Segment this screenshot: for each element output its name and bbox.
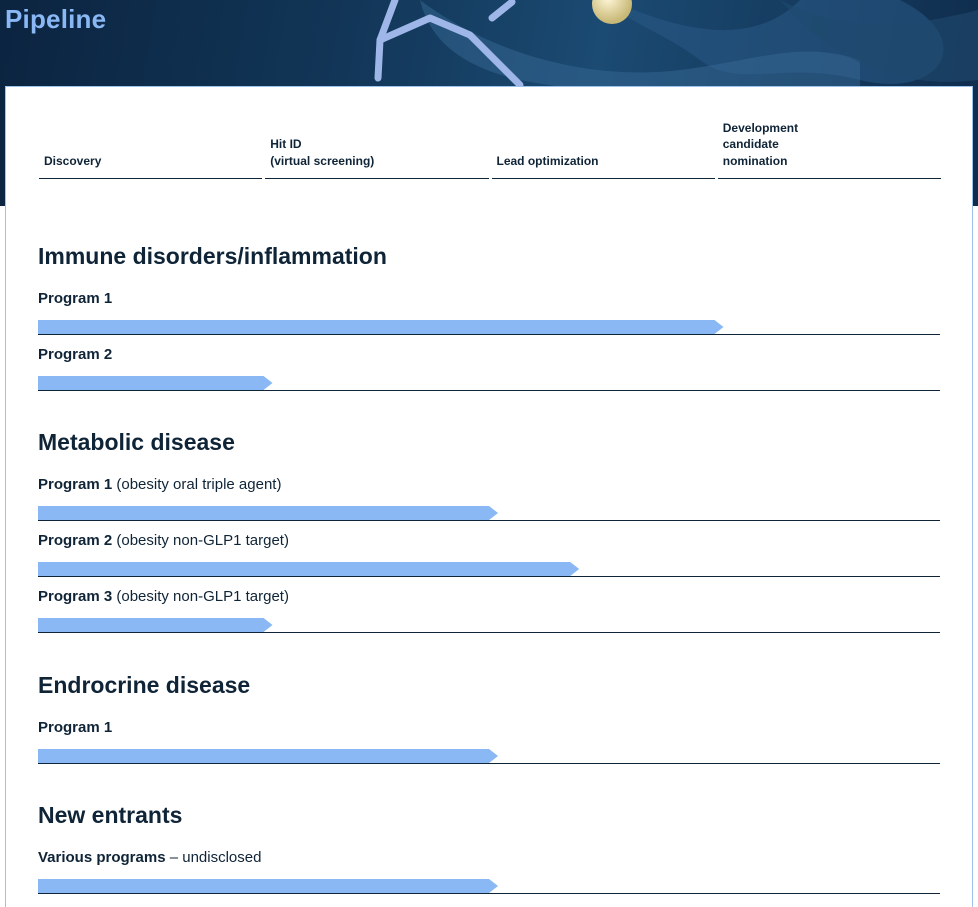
progress-bar	[38, 749, 498, 763]
progress-bar	[38, 562, 579, 576]
program-row: Program 3 (obesity non-GLP1 target)	[38, 588, 940, 636]
program-row: Program 1	[38, 290, 940, 338]
section-title-immune: Immune disorders/inflammation	[38, 243, 387, 269]
stage-label: Lead optimization	[496, 153, 599, 168]
program-label: Program 1	[38, 719, 112, 736]
progress-track	[38, 380, 940, 391]
stage-label: Discovery	[44, 153, 102, 168]
stage-label: Development candidate nomination	[722, 120, 799, 168]
stage-label: Hit ID (virtual screening)	[270, 137, 375, 168]
program-detail: (obesity non-GLP1 target)	[112, 532, 289, 549]
progress-bar	[38, 618, 273, 632]
stage-discovery: Discovery	[39, 87, 263, 179]
program-label: Program 2	[38, 346, 112, 363]
program-detail: (obesity non-GLP1 target)	[112, 588, 289, 605]
progress-track	[38, 622, 940, 633]
program-label: Program 3 (obesity non-GLP1 target)	[38, 588, 289, 605]
page-title: Pipeline	[5, 4, 107, 34]
progress-bar	[38, 506, 498, 520]
section-title-metabolic: Metabolic disease	[38, 429, 235, 455]
program-label: Program 1	[38, 290, 112, 307]
stage-header-row: Discovery Hit ID (virtual screening) Lea…	[39, 87, 941, 179]
program-name: Program 2	[38, 346, 113, 363]
program-row: Program 1 (obesity oral triple agent)	[38, 476, 940, 524]
stage-development-candidate: Development candidate nomination	[717, 87, 941, 179]
program-detail: – undisclosed	[165, 849, 262, 866]
program-row: Program 1	[38, 719, 940, 767]
program-name: Program 1	[38, 290, 113, 307]
program-label: Program 2 (obesity non-GLP1 target)	[38, 532, 289, 549]
section-title-new-entrants: New entrants	[38, 802, 183, 828]
program-name: Program 2	[38, 532, 113, 549]
progress-track	[38, 566, 940, 577]
section-title-endocrine: Endrocrine disease	[38, 672, 251, 698]
progress-bar	[38, 376, 273, 390]
program-label: Program 1 (obesity oral triple agent)	[38, 476, 281, 493]
program-name: Various programs	[38, 849, 166, 866]
program-detail: (obesity oral triple agent)	[112, 476, 282, 493]
progress-bar	[38, 879, 498, 893]
program-name: Program 3	[38, 588, 113, 605]
program-label: Various programs – undisclosed	[38, 849, 261, 866]
pipeline-card: Discovery Hit ID (virtual screening) Lea…	[5, 86, 973, 907]
progress-track	[38, 753, 940, 764]
progress-track	[38, 510, 940, 521]
progress-track	[38, 883, 940, 894]
program-row: Program 2 (obesity non-GLP1 target)	[38, 532, 940, 580]
progress-track	[38, 324, 940, 335]
stage-lead-optimization: Lead optimization	[491, 87, 715, 179]
program-name: Program 1	[38, 719, 113, 736]
stage-hit-id: Hit ID (virtual screening)	[265, 87, 489, 179]
progress-bar	[38, 320, 724, 334]
program-row: Program 2	[38, 346, 940, 394]
program-name: Program 1	[38, 476, 113, 493]
program-row: Various programs – undisclosed	[38, 849, 940, 897]
